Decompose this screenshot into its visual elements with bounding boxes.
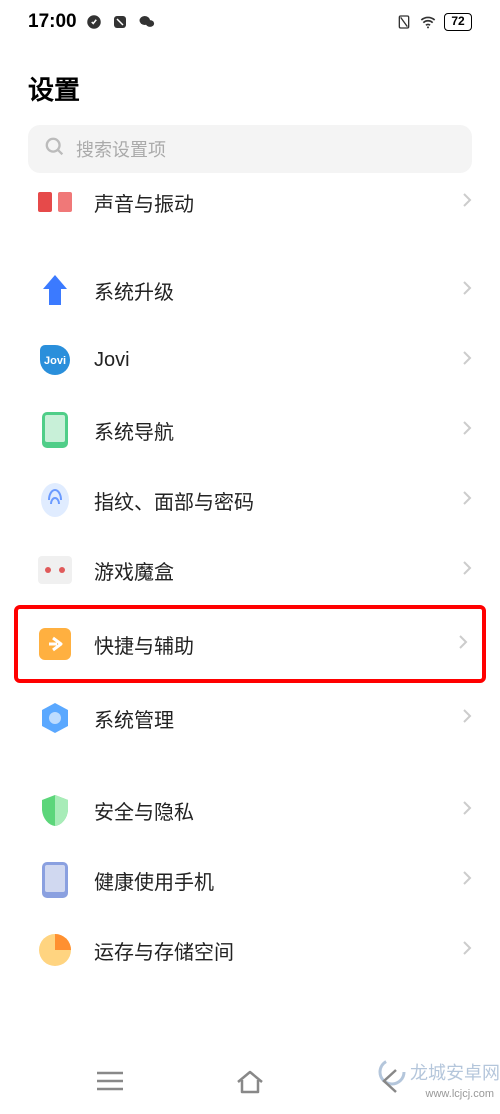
sound-label: 声音与振动 bbox=[94, 188, 440, 217]
chevron-right-icon bbox=[462, 350, 472, 371]
chevron-right-icon bbox=[462, 192, 472, 213]
fingerprint-label: 指纹、面部与密码 bbox=[94, 486, 440, 515]
highlight-box: 快捷与辅助 bbox=[14, 605, 486, 683]
list-item-shortcut[interactable]: 快捷与辅助 bbox=[18, 609, 482, 679]
search-placeholder: 搜索设置项 bbox=[76, 136, 166, 162]
app-icon-1 bbox=[111, 13, 129, 31]
storage-label: 运存与存储空间 bbox=[94, 936, 440, 965]
chevron-right-icon bbox=[462, 490, 472, 511]
sysmgr-icon bbox=[38, 701, 72, 735]
jovi-icon: Jovi bbox=[38, 343, 72, 377]
chevron-right-icon bbox=[462, 560, 472, 581]
list-item-sound[interactable]: 声音与振动 bbox=[0, 181, 500, 233]
wifi-icon bbox=[418, 14, 438, 30]
list-item-health[interactable]: 健康使用手机 bbox=[0, 845, 500, 915]
no-sim-icon bbox=[396, 14, 412, 30]
chevron-right-icon bbox=[458, 634, 468, 655]
chevron-right-icon bbox=[462, 800, 472, 821]
health-icon bbox=[38, 863, 72, 897]
shortcut-label: 快捷与辅助 bbox=[94, 630, 436, 659]
list-item-nav[interactable]: 系统导航 bbox=[0, 395, 500, 465]
storage-icon bbox=[38, 933, 72, 967]
battery-indicator: 72 bbox=[444, 13, 472, 31]
shortcut-icon bbox=[38, 627, 72, 661]
search-bar[interactable]: 搜索设置项 bbox=[28, 125, 472, 173]
system-nav-bar bbox=[0, 1048, 500, 1114]
back-icon[interactable] bbox=[372, 1063, 408, 1099]
status-bar: 17:00 72 bbox=[0, 0, 500, 40]
safe-label: 安全与隐私 bbox=[94, 796, 440, 825]
chevron-right-icon bbox=[462, 870, 472, 891]
status-left: 17:00 bbox=[28, 11, 157, 33]
status-right: 72 bbox=[396, 13, 472, 31]
sysmgr-label: 系统管理 bbox=[94, 704, 440, 733]
shield-icon bbox=[38, 793, 72, 827]
list-item-sysmgr[interactable]: 系统管理 bbox=[0, 683, 500, 753]
nav-label: 系统导航 bbox=[94, 416, 440, 445]
game-icon bbox=[38, 553, 72, 587]
search-icon bbox=[44, 136, 66, 163]
chevron-right-icon bbox=[462, 420, 472, 441]
chevron-right-icon bbox=[462, 708, 472, 729]
wechat-icon bbox=[137, 13, 157, 31]
upgrade-icon bbox=[38, 273, 72, 307]
list-item-upgrade[interactable]: 系统升级 bbox=[0, 255, 500, 325]
fingerprint-icon bbox=[38, 483, 72, 517]
notification-icon bbox=[85, 13, 103, 31]
menu-icon[interactable] bbox=[92, 1063, 128, 1099]
settings-list: 声音与振动 系统升级 Jovi Jovi 系统导航 bbox=[0, 181, 500, 985]
list-item-safe[interactable]: 安全与隐私 bbox=[0, 775, 500, 845]
health-label: 健康使用手机 bbox=[94, 866, 440, 895]
status-time: 17:00 bbox=[28, 11, 77, 33]
nav-icon bbox=[38, 413, 72, 447]
game-label: 游戏魔盒 bbox=[94, 556, 440, 585]
list-item-storage[interactable]: 运存与存储空间 bbox=[0, 915, 500, 985]
list-item-fingerprint[interactable]: 指纹、面部与密码 bbox=[0, 465, 500, 535]
page-title: 设置 bbox=[0, 40, 500, 125]
chevron-right-icon bbox=[462, 940, 472, 961]
list-item-game[interactable]: 游戏魔盒 bbox=[0, 535, 500, 605]
jovi-label: Jovi bbox=[94, 349, 440, 372]
list-item-jovi[interactable]: Jovi Jovi bbox=[0, 325, 500, 395]
chevron-right-icon bbox=[462, 280, 472, 301]
home-icon[interactable] bbox=[232, 1063, 268, 1099]
svg-text:Jovi: Jovi bbox=[44, 355, 66, 367]
upgrade-label: 系统升级 bbox=[94, 276, 440, 305]
sound-icon bbox=[38, 185, 72, 219]
